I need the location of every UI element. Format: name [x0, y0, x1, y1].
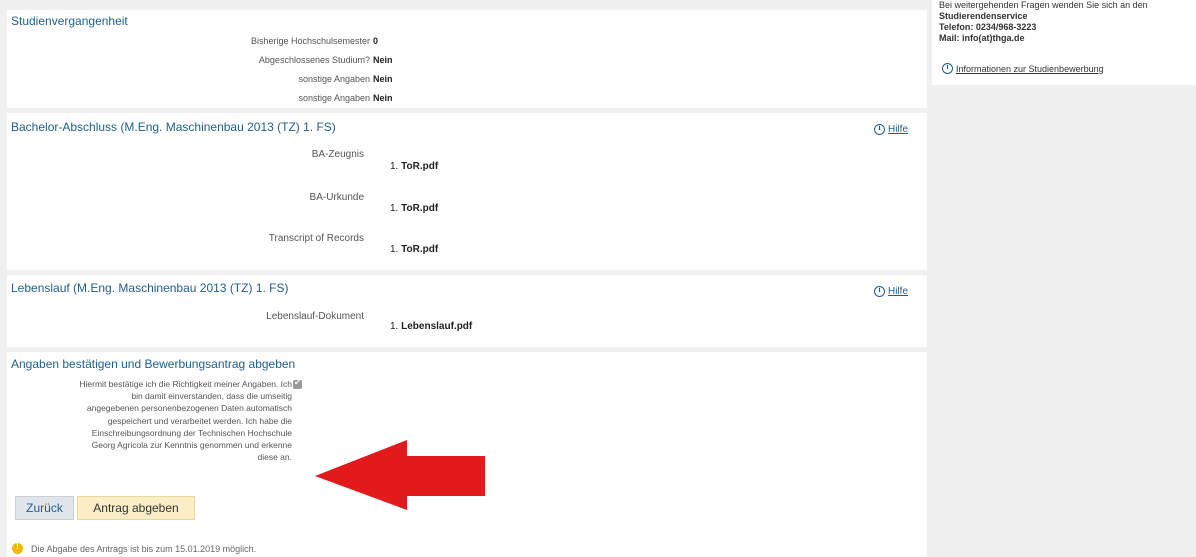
- row-label: sonstige Angaben: [298, 74, 370, 84]
- info-link[interactable]: Informationen zur Studienbewerbung: [942, 62, 1104, 74]
- doc-label: Lebenslauf-Dokument: [266, 311, 364, 322]
- cv-title: Lebenslauf (M.Eng. Maschinenbau 2013 (TZ…: [11, 281, 289, 295]
- doc-label: BA-Urkunde: [309, 192, 364, 203]
- help-label: Hilfe: [888, 286, 909, 297]
- cv-help-link[interactable]: Hilfe: [874, 285, 909, 297]
- row-label: Bisherige Hochschulsemester: [250, 36, 370, 46]
- sidebar-phone: Telefon: 0234/968-3223: [939, 22, 1037, 32]
- doc-filename: Lebenslauf.pdf: [401, 321, 473, 332]
- deadline-text: Die Abgabe des Antrags ist bis zum 15.01…: [31, 543, 257, 554]
- row-value: Nein: [373, 74, 393, 84]
- doc-label: Transcript of Records: [268, 233, 364, 244]
- confirm-title: Angaben bestätigen und Bewerbungsantrag …: [11, 357, 296, 371]
- sidebar-intro: Bei weitergehenden Fragen wenden Sie sic…: [939, 0, 1148, 10]
- confirm-panel: Angaben bestätigen und Bewerbungsantrag …: [7, 352, 927, 557]
- confirm-line: Hiermit bestätige ich die Richtigkeit me…: [79, 379, 292, 389]
- sidebar-panel: Bei weitergehenden Fragen wenden Sie sic…: [932, 0, 1196, 85]
- red-arrow-annotation: [315, 440, 485, 510]
- study-history-title: Studienvergangenheit: [11, 14, 128, 28]
- help-label: Hilfe: [888, 124, 909, 135]
- row-label: Abgeschlossenes Studium?: [258, 55, 370, 65]
- info-icon: [874, 123, 885, 135]
- doc-number: 1.: [390, 321, 399, 332]
- doc-filename: ToR.pdf: [401, 244, 439, 255]
- study-history-panel: Studienvergangenheit Bisherige Hochschul…: [7, 10, 927, 108]
- cv-panel: Lebenslauf (M.Eng. Maschinenbau 2013 (TZ…: [7, 275, 927, 347]
- doc-number: 1.: [390, 203, 399, 214]
- doc-number: 1.: [390, 161, 399, 172]
- confirm-checkbox[interactable]: [293, 378, 302, 389]
- bachelor-panel: Bachelor-Abschluss (M.Eng. Maschinenbau …: [7, 113, 927, 270]
- arrow-shape: [315, 440, 485, 510]
- info-link-label: Informationen zur Studienbewerbung: [956, 63, 1104, 74]
- row-value: Nein: [373, 93, 393, 103]
- confirm-line: bin damit einverstanden, dass die umseit…: [131, 391, 292, 402]
- confirm-line: Einschreibungsordnung der Technischen Ho…: [91, 427, 292, 438]
- row-value: Nein: [373, 55, 393, 65]
- confirm-line: diese an.: [257, 452, 293, 463]
- sidebar-contact: Bei weitergehenden Fragen wenden Sie sic…: [939, 0, 1148, 44]
- confirm-line: gespeichert und verarbeitet werden. Ich …: [107, 415, 292, 426]
- doc-filename: ToR.pdf: [401, 161, 439, 172]
- bachelor-help-link[interactable]: Hilfe: [874, 123, 909, 135]
- doc-number: 1.: [390, 244, 399, 255]
- deadline-notice: Die Abgabe des Antrags ist bis zum 15.01…: [12, 542, 257, 554]
- doc-file[interactable]: 1. ToR.pdf: [390, 161, 438, 172]
- row-value: 0: [373, 36, 379, 46]
- back-button[interactable]: Zurück: [15, 496, 74, 520]
- confirm-text: Hiermit bestätige ich die Richtigkeit me…: [9, 378, 292, 463]
- doc-file[interactable]: 1. ToR.pdf: [390, 203, 438, 214]
- info-icon: [942, 62, 953, 74]
- submit-application-button[interactable]: Antrag abgeben: [77, 496, 195, 520]
- info-icon: [874, 285, 885, 297]
- doc-filename: ToR.pdf: [401, 203, 439, 214]
- doc-label: BA-Zeugnis: [311, 149, 364, 160]
- confirm-line: angegebenen personenbezogenen Daten auto…: [86, 403, 292, 414]
- confirm-line: Georg Agricola zur Kenntnis genommen und…: [91, 440, 292, 451]
- row-label: sonstige Angaben: [298, 93, 370, 103]
- doc-file[interactable]: 1. Lebenslauf.pdf: [390, 321, 472, 332]
- sidebar-mail: Mail: info(at)thga.de: [939, 33, 1025, 43]
- bachelor-title: Bachelor-Abschluss (M.Eng. Maschinenbau …: [11, 120, 336, 134]
- doc-file[interactable]: 1. ToR.pdf: [390, 244, 438, 255]
- warning-icon: [12, 542, 23, 554]
- sidebar-service: Studierendenservice: [939, 11, 1028, 21]
